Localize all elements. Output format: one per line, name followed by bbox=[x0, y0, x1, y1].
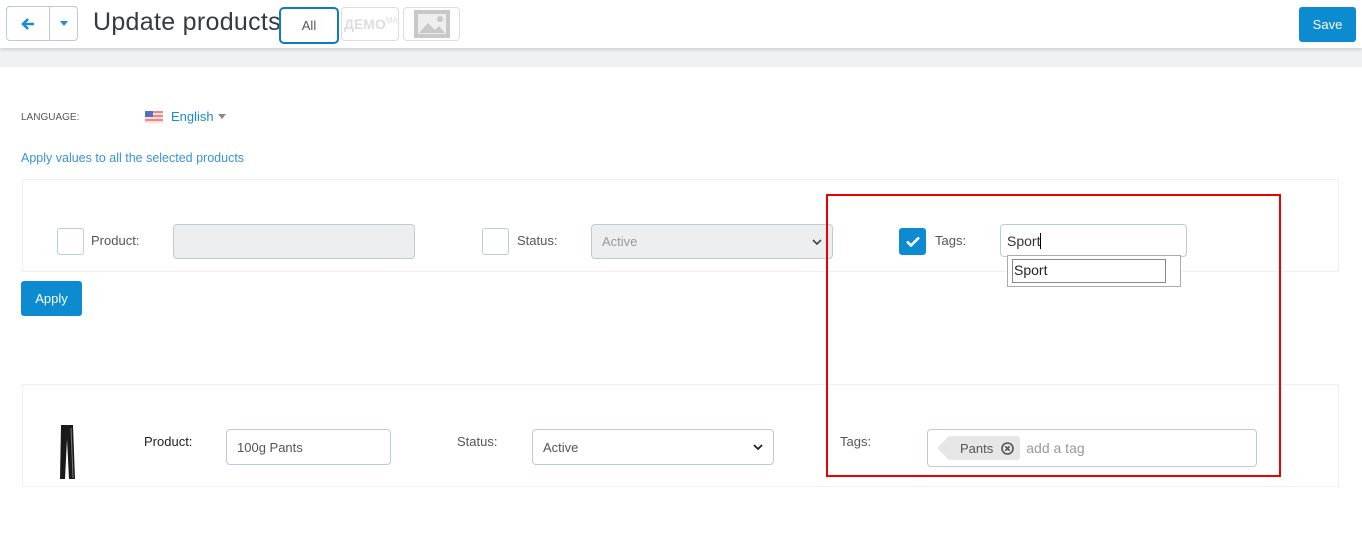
remove-tag-icon[interactable] bbox=[1001, 441, 1015, 455]
status-value: Active bbox=[543, 439, 579, 455]
chevron-down-icon bbox=[753, 444, 763, 450]
tags-label: Tags: bbox=[935, 233, 967, 248]
bulk-tags-input[interactable]: Sport bbox=[1000, 224, 1187, 257]
caret-down-icon bbox=[217, 114, 226, 119]
language-selector[interactable]: English bbox=[145, 109, 226, 124]
tag-suggestions: Sport bbox=[1007, 255, 1181, 287]
save-button[interactable]: Save bbox=[1299, 7, 1356, 42]
tag-chip: Pants bbox=[936, 436, 1021, 460]
language-value: English bbox=[171, 109, 214, 124]
apply-note: Apply values to all the selected product… bbox=[21, 151, 245, 165]
back-dropdown-button[interactable] bbox=[49, 7, 77, 40]
suggestion-item[interactable]: Sport bbox=[1012, 259, 1166, 283]
bulk-product-input[interactable] bbox=[173, 224, 415, 259]
tags-checkbox[interactable] bbox=[899, 228, 926, 255]
tab-demo[interactable]: ДЕМО МА bbox=[341, 7, 399, 41]
arrow-left-icon bbox=[21, 17, 34, 30]
image-icon bbox=[413, 10, 450, 38]
chevron-down-icon bbox=[812, 238, 822, 245]
product-thumbnail bbox=[60, 425, 75, 479]
page-title: Update products bbox=[93, 8, 281, 36]
product-status-select[interactable]: Active bbox=[532, 429, 774, 465]
tags-input-value: Sport bbox=[1007, 232, 1041, 249]
language-label: LANGUAGE: bbox=[21, 112, 80, 123]
checkmark-icon bbox=[905, 236, 920, 247]
header-divider bbox=[0, 48, 1362, 67]
status-label: Status: bbox=[517, 233, 558, 248]
tab-demo-label: ДЕМО bbox=[344, 16, 386, 32]
back-button[interactable] bbox=[7, 7, 49, 40]
text-cursor bbox=[1040, 232, 1042, 249]
tag-label: Pants bbox=[960, 440, 994, 456]
apply-button[interactable]: Apply bbox=[21, 281, 82, 316]
tags-label: Tags: bbox=[840, 434, 872, 449]
toolbar: Update products All ДЕМО МА Save bbox=[0, 0, 1362, 48]
product-checkbox[interactable] bbox=[57, 228, 84, 255]
caret-down-icon bbox=[59, 21, 68, 26]
tab-demo-sup: МА bbox=[385, 15, 398, 25]
back-button-group bbox=[6, 6, 78, 41]
status-value: Active bbox=[602, 234, 638, 249]
tab-all[interactable]: All bbox=[279, 7, 339, 44]
product-tags-input[interactable]: Pants add a tag bbox=[927, 429, 1257, 467]
status-checkbox[interactable] bbox=[482, 228, 509, 255]
bulk-status-select[interactable]: Active bbox=[591, 224, 833, 259]
tab-image[interactable] bbox=[403, 7, 460, 41]
product-name-input[interactable]: 100g Pants bbox=[226, 429, 391, 465]
tag-placeholder: add a tag bbox=[1026, 440, 1085, 456]
us-flag-icon bbox=[145, 110, 163, 123]
status-label: Status: bbox=[457, 434, 498, 449]
product-label: Product: bbox=[91, 233, 140, 248]
product-label: Product: bbox=[144, 434, 193, 449]
